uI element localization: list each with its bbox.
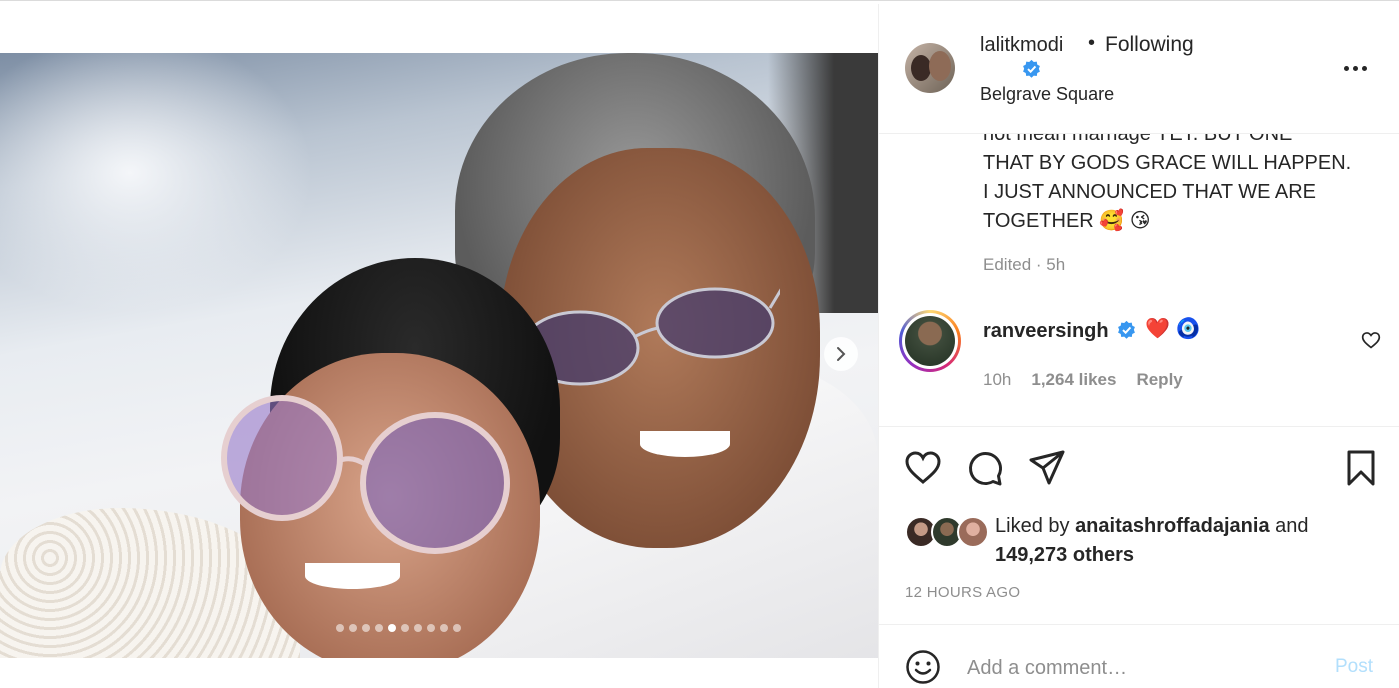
post-username[interactable]: lalitkmodi: [980, 34, 1063, 57]
caption-line: not mean marriage YET. BUT ONE: [983, 134, 1293, 145]
verified-badge-icon: [1118, 320, 1135, 339]
share-icon[interactable]: [1027, 448, 1067, 488]
caption-line: I JUST ANNOUNCED THAT WE ARE: [983, 181, 1317, 203]
bookmark-icon[interactable]: [1341, 448, 1381, 488]
post-caption: not mean marriage YET. BUT ONE THAT BY G…: [983, 134, 1373, 236]
comment-username[interactable]: ranveersingh: [983, 320, 1109, 343]
comment-likes[interactable]: 1,264 likes: [1031, 370, 1116, 390]
likes-count[interactable]: 149,273 others: [995, 544, 1134, 566]
next-arrow-icon: [837, 347, 846, 361]
carousel-dot: [388, 624, 396, 632]
carousel-dot: [336, 624, 344, 632]
post-header: lalitkmodi • Following Belgrave Square: [879, 4, 1399, 134]
heart-icon[interactable]: [903, 448, 943, 488]
liked-by-prefix: Liked by: [995, 515, 1070, 537]
carousel-dot: [453, 624, 461, 632]
liked-by-user[interactable]: anaitashroffadajania: [1075, 515, 1270, 537]
carousel-indicator: [336, 624, 461, 632]
comment-icon[interactable]: [965, 448, 1005, 488]
post-media: [0, 4, 878, 688]
heart-icon[interactable]: [1361, 330, 1381, 350]
comment-avatar[interactable]: [899, 310, 961, 372]
carousel-dot: [375, 624, 383, 632]
caption-edited-time: Edited · 5h: [983, 255, 1066, 274]
post-comment-button[interactable]: Post: [1335, 656, 1373, 678]
comment-meta: 10h 1,264 likes Reply: [983, 370, 1183, 390]
next-photo-button[interactable]: [824, 337, 858, 371]
carousel-dot: [440, 624, 448, 632]
following-button[interactable]: Following: [1105, 33, 1194, 57]
post-timestamp[interactable]: 12 HOURS AGO: [905, 584, 1020, 601]
caption-line: THAT BY GODS GRACE WILL HAPPEN.: [983, 152, 1352, 174]
separator-dot: •: [1088, 32, 1096, 54]
more-options-icon[interactable]: [1339, 60, 1371, 76]
post-actions: [879, 448, 1399, 492]
carousel-dot: [401, 624, 409, 632]
comment-text: ❤️ 🧿: [1145, 318, 1201, 340]
carousel-dot: [349, 624, 357, 632]
verified-badge-icon: [1023, 59, 1040, 78]
post-side-panel: lalitkmodi • Following Belgrave Square n…: [878, 4, 1399, 688]
liker-avatars[interactable]: [905, 516, 995, 550]
add-comment-bar: Post: [879, 624, 1399, 688]
comment-time: 10h: [983, 370, 1012, 389]
comment-reply-button[interactable]: Reply: [1136, 370, 1182, 390]
liked-by-and: and: [1275, 515, 1309, 537]
emoji-icon[interactable]: [905, 649, 941, 685]
carousel-dot: [414, 624, 422, 632]
caption-line: TOGETHER 🥰 😘: [983, 210, 1151, 232]
comments-section[interactable]: not mean marriage YET. BUT ONE THAT BY G…: [879, 134, 1399, 427]
carousel-dot: [427, 624, 435, 632]
comment-input[interactable]: [967, 653, 1307, 683]
carousel-dot: [362, 624, 370, 632]
post-photo: [0, 53, 878, 658]
avatar[interactable]: [905, 43, 955, 93]
post-location[interactable]: Belgrave Square: [980, 84, 1114, 105]
